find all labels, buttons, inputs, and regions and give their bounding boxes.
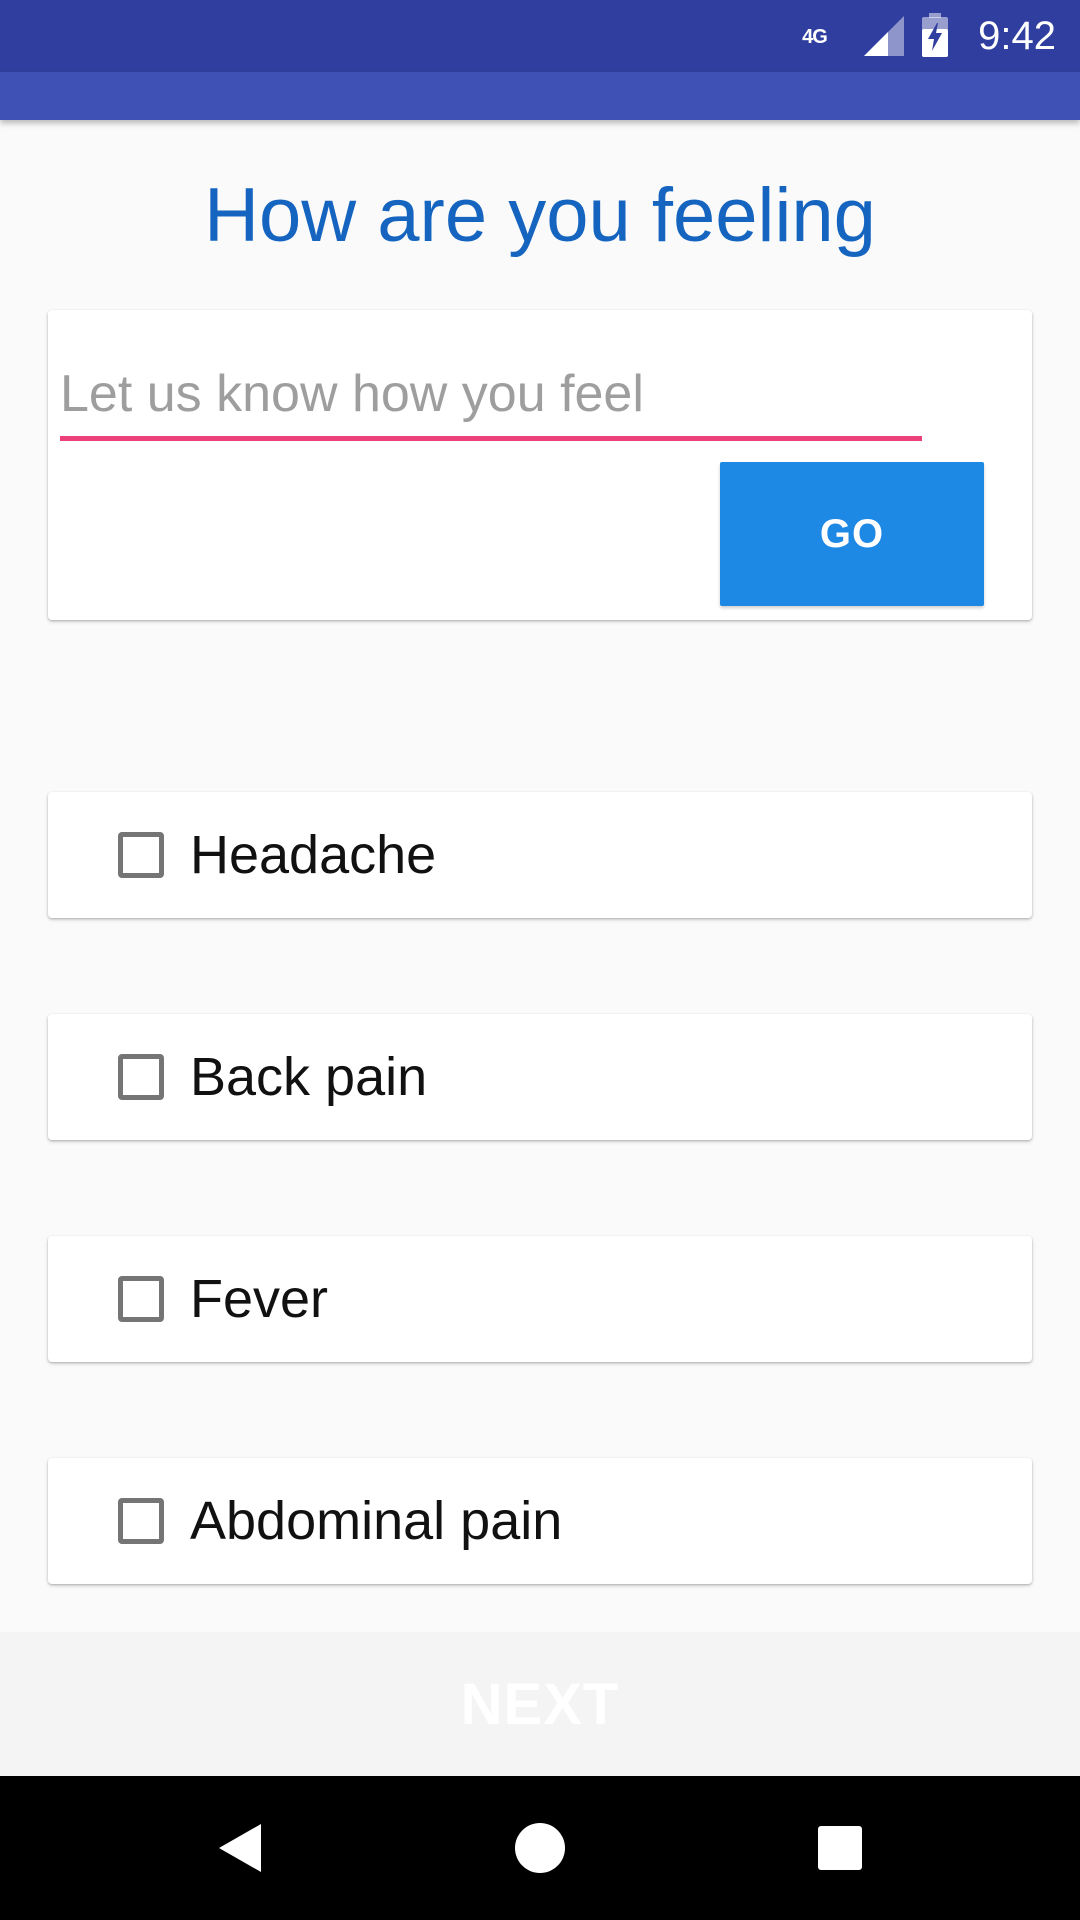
checkbox-icon[interactable] — [118, 1276, 164, 1322]
symptom-label: Headache — [190, 825, 437, 885]
status-bar: 4G 9:42 — [0, 0, 1080, 72]
feeling-input[interactable] — [60, 352, 922, 441]
page-title: How are you feeling — [204, 173, 876, 258]
home-button[interactable] — [470, 1776, 610, 1920]
home-icon — [515, 1823, 565, 1873]
back-icon — [219, 1824, 261, 1872]
signal-icon — [864, 16, 905, 56]
status-time: 9:42 — [978, 13, 1056, 58]
symptom-label: Abdominal pain — [190, 1491, 563, 1551]
next-bar: NEXT — [0, 1632, 1080, 1776]
app-bar — [0, 72, 1080, 120]
next-button[interactable]: NEXT — [455, 1670, 626, 1739]
checkbox-icon[interactable] — [118, 1498, 164, 1544]
recents-icon — [818, 1826, 862, 1870]
network-type-label: 4G — [802, 26, 828, 48]
symptom-item-abdominal-pain[interactable]: Abdominal pain — [48, 1458, 1032, 1584]
checkbox-icon[interactable] — [118, 832, 164, 878]
symptom-item-back-pain[interactable]: Back pain — [48, 1014, 1032, 1140]
checkbox-icon[interactable] — [118, 1054, 164, 1100]
symptom-item-fever[interactable]: Fever — [48, 1236, 1032, 1362]
back-button[interactable] — [170, 1776, 310, 1920]
symptom-label: Fever — [190, 1269, 329, 1329]
navigation-bar — [0, 1776, 1080, 1920]
go-button[interactable]: GO — [720, 462, 984, 606]
recents-button[interactable] — [770, 1776, 910, 1920]
status-icons: 4G 9:42 — [802, 0, 1056, 72]
symptom-label: Back pain — [190, 1047, 428, 1107]
signal-indicator: 4G — [802, 14, 906, 58]
symptom-item-headache[interactable]: Headache — [48, 792, 1032, 918]
battery-charging-icon — [922, 13, 949, 57]
